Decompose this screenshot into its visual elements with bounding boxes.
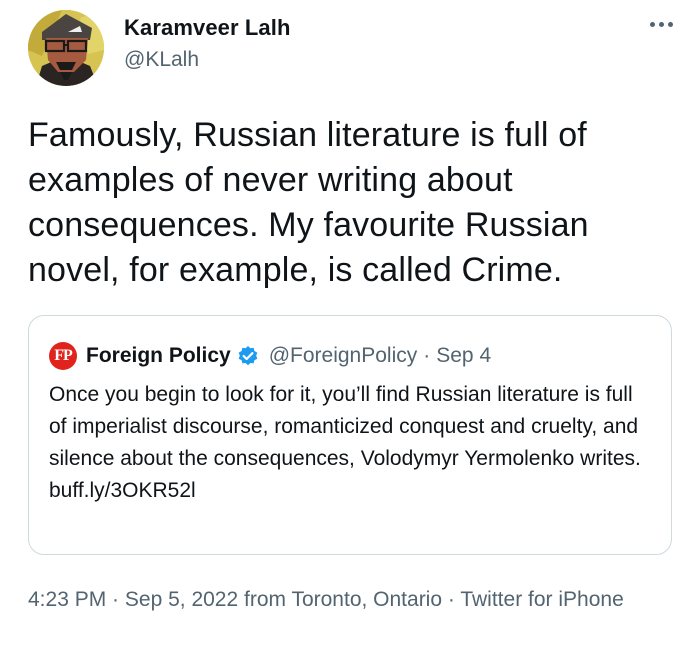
quoted-tweet-header: FP Foreign Policy @ForeignPolicy · Sep 4 [49,342,491,370]
tweet: Karamveer Lalh @KLalh Famously, Russian … [0,0,700,655]
separator: · [423,344,431,367]
quoted-handle[interactable]: @ForeignPolicy [269,344,418,368]
verified-badge-icon [237,345,259,367]
tweet-time[interactable]: 4:23 PM [28,588,106,611]
tweet-date[interactable]: Sep 5, 2022 [125,588,238,611]
avatar[interactable] [28,10,104,86]
more-horizontal-icon [649,21,655,27]
author-display-name[interactable]: Karamveer Lalh [124,14,291,42]
more-horizontal-icon [658,21,664,27]
tweet-metadata: 4:23 PM · Sep 5, 2022 from Toronto, Onta… [28,584,668,615]
author-handle[interactable]: @KLalh [124,46,291,74]
quoted-tweet-text: Once you begin to look for it, you’ll fi… [49,379,649,507]
author-info: Karamveer Lalh @KLalh [124,14,291,74]
meta-separator: · [442,588,461,611]
tweet-text: Famously, Russian literature is full of … [28,116,589,289]
quoted-link[interactable]: buff.ly/3OKR52l [49,479,196,502]
avatar-illustration [28,10,104,86]
quoted-date[interactable]: Sep 4 [436,344,491,368]
meta-separator: · [106,588,125,611]
tweet-location[interactable]: Toronto, Ontario [291,588,442,611]
meta-from: from [238,588,292,611]
foreign-policy-logo: FP [49,342,77,370]
more-options-button[interactable] [646,12,676,36]
quoted-tweet[interactable]: FP Foreign Policy @ForeignPolicy · Sep 4… [28,315,672,555]
quoted-text-body: Once you begin to look for it, you’ll fi… [49,383,641,470]
tweet-source[interactable]: Twitter for iPhone [460,588,623,611]
more-horizontal-icon [667,21,673,27]
quoted-display-name[interactable]: Foreign Policy [86,344,231,368]
